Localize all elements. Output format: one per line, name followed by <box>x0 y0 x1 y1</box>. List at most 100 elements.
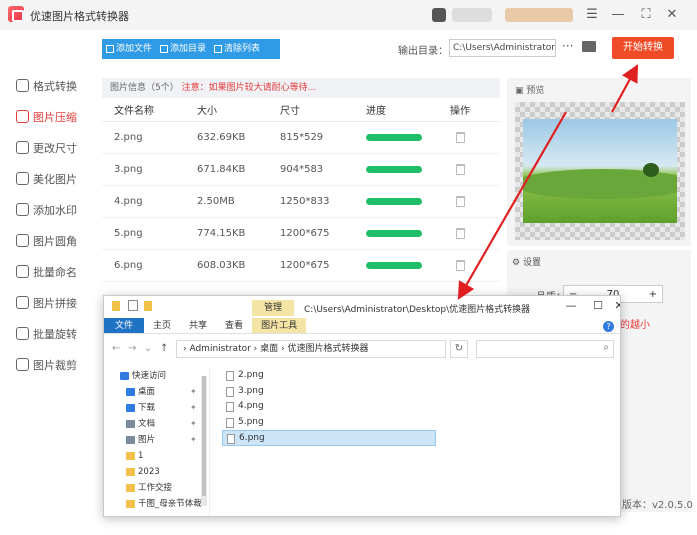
sidebar-item-rename[interactable]: 批量命名 <box>0 256 95 287</box>
nav-item-desktop[interactable]: 桌面 ✦ <box>104 384 209 400</box>
refresh-icon[interactable]: ↻ <box>450 340 468 358</box>
column-dimensions: 尺寸 <box>280 106 300 117</box>
trash-icon[interactable] <box>456 164 465 175</box>
sidebar-item-rotate[interactable]: 批量旋转 <box>0 318 95 349</box>
file-explorer-window: 管理 C:\Users\Administrator\Desktop\优速图片格式… <box>103 295 621 517</box>
list-item-selected[interactable]: 6.png <box>222 430 436 446</box>
sidebar-item-round-corner[interactable]: 图片圆角 <box>0 225 95 256</box>
table-row[interactable]: 6.png 608.03KB 1200*675 <box>102 250 500 282</box>
help-icon[interactable]: ? <box>603 321 614 332</box>
folder-icon <box>112 301 120 311</box>
file-item-label: 5.png <box>238 416 264 427</box>
trash-icon[interactable] <box>456 132 465 143</box>
explorer-close-button[interactable]: ✕ <box>608 299 620 312</box>
list-item[interactable]: 4.png <box>222 399 436 415</box>
table-row[interactable]: 5.png 774.15KB 1200*675 <box>102 218 500 250</box>
tab-file[interactable]: 文件 <box>104 318 145 333</box>
tab-share[interactable]: 共享 <box>180 318 216 333</box>
output-dir-field[interactable]: C:\Users\Administrator <box>449 39 556 57</box>
sidebar: 格式转换 图片压缩 更改尺寸 美化图片 添加水印 图片圆角 批量命名 图片拼接 … <box>0 70 95 380</box>
more-options-button[interactable]: ··· <box>562 39 573 53</box>
scrollbar-thumb[interactable] <box>202 376 206 496</box>
avatar[interactable] <box>432 8 446 22</box>
nav-item-downloads[interactable]: 下载 ✦ <box>104 400 209 416</box>
navigation-row: ← → ⌄ ↑ › Administrator › 桌面 › 优速图片格式转换器… <box>104 339 620 359</box>
table-row[interactable]: 2.png 632.69KB 815*529 <box>102 122 500 154</box>
trash-icon[interactable] <box>456 196 465 207</box>
tab-picture-tools[interactable]: 图片工具 <box>252 318 307 333</box>
file-item-label: 4.png <box>238 401 264 411</box>
up-arrow-icon[interactable]: ↑ <box>160 343 168 354</box>
nav-item-folder[interactable]: 2023 <box>104 464 209 480</box>
menu-icon[interactable]: ☰ <box>582 5 602 25</box>
nav-item-quick-access[interactable]: 快速访问 <box>104 368 209 384</box>
sidebar-item-label: 添加水印 <box>33 203 77 217</box>
quality-increase-button[interactable]: + <box>649 289 657 300</box>
nav-item-documents[interactable]: 文档 ✦ <box>104 416 209 432</box>
file-info-header: 图片信息（5个） 注意：如果图片较大请耐心等待... <box>102 78 500 98</box>
explorer-minimize-button[interactable]: — <box>560 299 582 312</box>
nav-item-folder[interactable]: 工作交接 <box>104 480 209 496</box>
nav-item-label: 千图_母亲节体裁 <box>138 499 202 509</box>
pin-icon: ✦ <box>190 419 197 428</box>
tree-shape <box>643 163 659 177</box>
stitch-icon <box>16 296 29 309</box>
nav-pane-scrollbar[interactable] <box>201 376 207 506</box>
nav-item-label: 文档 <box>138 419 156 429</box>
back-arrow-icon[interactable]: ← <box>112 343 120 354</box>
nav-item-folder[interactable]: 1 <box>104 448 209 464</box>
start-convert-button[interactable]: 开始转换 <box>612 37 674 59</box>
file-name: 2.png <box>114 132 143 143</box>
sidebar-item-compress[interactable]: 图片压缩 <box>0 101 95 132</box>
table-row[interactable]: 3.png 671.84KB 904*583 <box>102 154 500 186</box>
file-item-label: 6.png <box>239 433 265 443</box>
trash-icon[interactable] <box>456 228 465 239</box>
tab-home[interactable]: 主页 <box>144 318 180 333</box>
address-bar[interactable]: › Administrator › 桌面 › 优速图片格式转换器 <box>176 340 446 358</box>
list-item[interactable]: 2.png <box>222 368 436 384</box>
new-folder-icon[interactable] <box>144 301 152 311</box>
nav-item-label: 工作交接 <box>138 483 173 493</box>
sidebar-item-watermark[interactable]: 添加水印 <box>0 194 95 225</box>
list-item[interactable]: 5.png <box>222 415 436 431</box>
quality-hint: 的越小 <box>620 320 650 331</box>
add-folder-button[interactable]: 添加目录 <box>156 39 210 59</box>
sidebar-item-beautify[interactable]: 美化图片 <box>0 163 95 194</box>
close-button[interactable]: ✕ <box>662 5 682 25</box>
output-dir-label: 输出目录： <box>398 46 448 57</box>
sidebar-item-format-convert[interactable]: 格式转换 <box>0 70 95 101</box>
recent-dropdown-icon[interactable]: ⌄ <box>144 343 152 354</box>
table-row[interactable]: 4.png 2.50MB 1250*833 <box>102 186 500 218</box>
tab-view[interactable]: 查看 <box>216 318 252 333</box>
search-input[interactable]: ⌕ <box>476 340 614 358</box>
sidebar-item-crop[interactable]: 图片裁剪 <box>0 349 95 380</box>
properties-icon[interactable] <box>128 300 138 311</box>
progress-bar <box>366 134 422 141</box>
add-file-button[interactable]: 添加文件 <box>102 39 156 59</box>
image-file-icon <box>226 417 234 428</box>
manage-tab[interactable]: 管理 <box>252 300 294 316</box>
trash-icon[interactable] <box>456 260 465 271</box>
file-size: 671.84KB <box>197 164 246 175</box>
forward-arrow-icon[interactable]: → <box>128 343 136 354</box>
add-file-icon <box>106 45 114 53</box>
vip-badge-blurred[interactable] <box>505 8 573 22</box>
file-size: 774.15KB <box>197 228 246 239</box>
document-icon <box>126 420 135 428</box>
image-file-icon <box>226 386 234 397</box>
file-size: 2.50MB <box>197 196 235 207</box>
sidebar-item-stitch[interactable]: 图片拼接 <box>0 287 95 318</box>
nav-item-folder[interactable]: 千图_母亲节体裁 <box>104 496 209 512</box>
clear-list-button[interactable]: 清除列表 <box>210 39 264 59</box>
minimize-button[interactable]: — <box>608 5 628 25</box>
nav-item-label: 1 <box>138 451 144 461</box>
sidebar-item-resize[interactable]: 更改尺寸 <box>0 132 95 163</box>
open-folder-icon[interactable] <box>582 41 596 52</box>
file-name: 3.png <box>114 164 143 175</box>
nav-item-pictures[interactable]: 图片 ✦ <box>104 432 209 448</box>
maximize-button[interactable]: ⛶ <box>636 5 656 25</box>
sidebar-item-label: 图片压缩 <box>33 110 77 124</box>
folder-icon <box>126 452 135 460</box>
list-item[interactable]: 3.png <box>222 384 436 400</box>
explorer-maximize-button[interactable]: ☐ <box>587 299 609 312</box>
